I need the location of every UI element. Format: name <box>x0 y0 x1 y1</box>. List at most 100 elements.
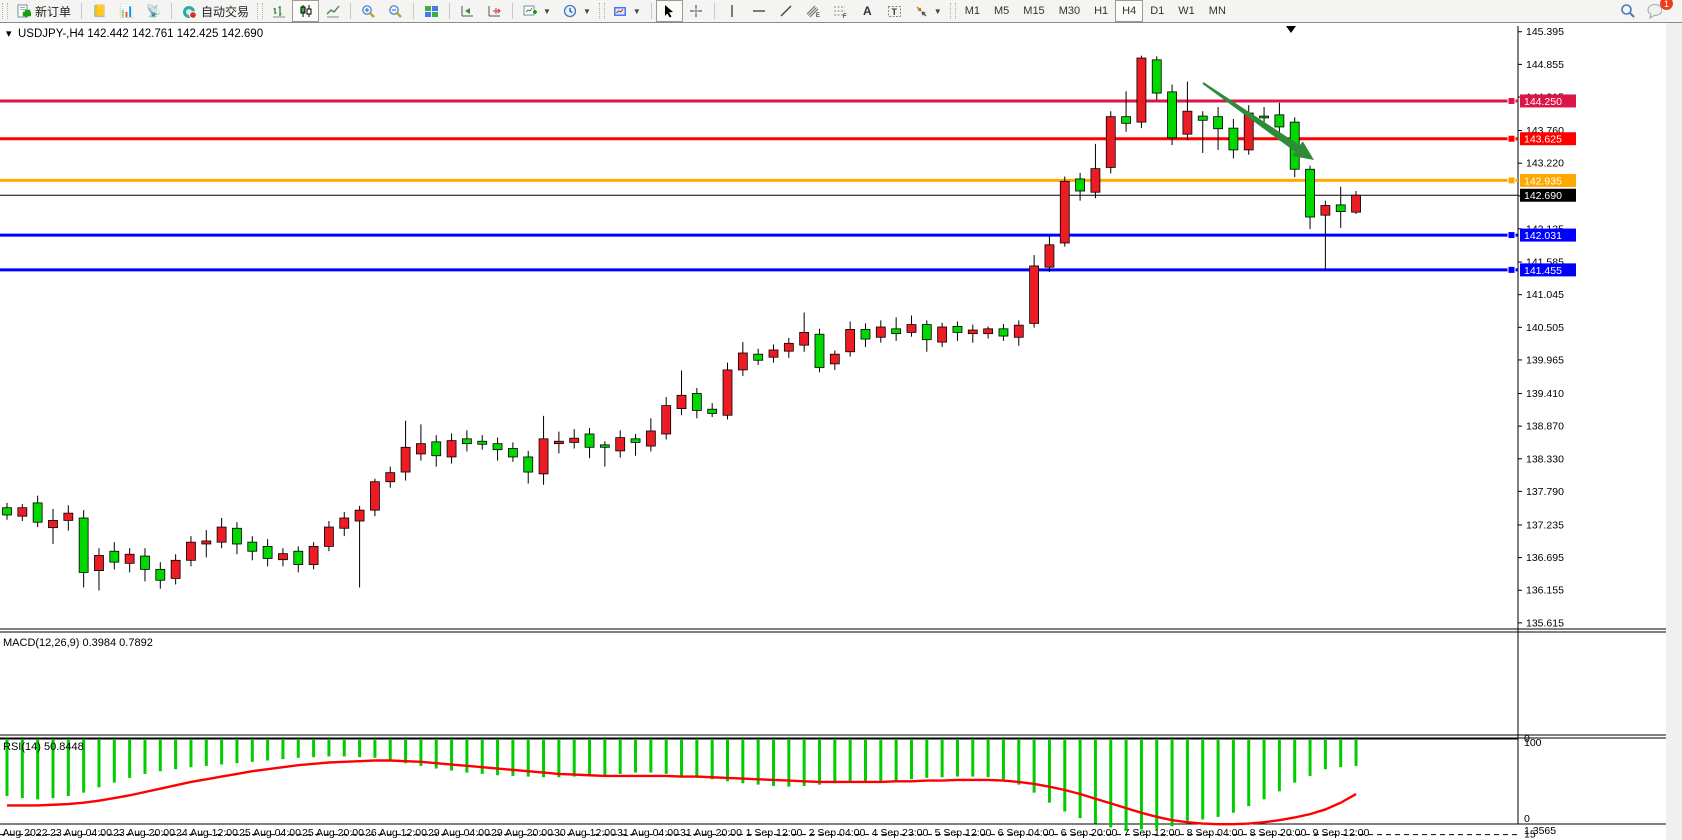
chart-shift-button[interactable] <box>481 0 508 22</box>
candlestick-button[interactable] <box>292 0 319 22</box>
line-handle[interactable] <box>1508 135 1515 142</box>
candle-body[interactable] <box>64 513 73 520</box>
candle-body[interactable] <box>186 542 195 560</box>
candle-body[interactable] <box>324 527 333 546</box>
candle-body[interactable] <box>631 439 640 443</box>
candle-body[interactable] <box>585 434 594 447</box>
candle-body[interactable] <box>447 441 456 457</box>
candle-body[interactable] <box>294 551 303 564</box>
chart-area[interactable]: 145.395144.855144.315143.760143.220142.6… <box>0 23 1682 840</box>
candle-body[interactable] <box>1352 195 1361 212</box>
timeframe-button-m15[interactable]: M15 <box>1016 0 1051 22</box>
candle-body[interactable] <box>1336 205 1345 212</box>
candle-body[interactable] <box>738 353 747 370</box>
timeframe-button-mn[interactable]: MN <box>1202 0 1233 22</box>
candle-body[interactable] <box>156 569 165 580</box>
candle-body[interactable] <box>1183 111 1192 134</box>
candle-body[interactable] <box>1275 115 1284 127</box>
candle-body[interactable] <box>646 431 655 446</box>
toolbar-grip[interactable] <box>599 3 605 19</box>
tile-windows-button[interactable] <box>418 0 445 22</box>
fibonacci-button[interactable]: F <box>827 0 854 22</box>
timeframe-button-d1[interactable]: D1 <box>1143 0 1171 22</box>
candle-body[interactable] <box>723 370 732 415</box>
auto-scroll-button[interactable] <box>454 0 481 22</box>
timeframe-button-h4[interactable]: H4 <box>1115 0 1143 22</box>
candle-body[interactable] <box>1137 58 1146 122</box>
candle-body[interactable] <box>217 527 226 542</box>
timeframe-button-w1[interactable]: W1 <box>1171 0 1202 22</box>
candle-body[interactable] <box>3 508 12 515</box>
profiles-button[interactable]: ▼ <box>557 0 597 22</box>
candle-body[interactable] <box>524 457 533 472</box>
timeframe-button-h1[interactable]: H1 <box>1087 0 1115 22</box>
candle-body[interactable] <box>953 326 962 332</box>
candle-body[interactable] <box>677 395 686 408</box>
candle-body[interactable] <box>922 325 931 340</box>
candle-body[interactable] <box>1168 92 1177 138</box>
candle-body[interactable] <box>1076 179 1085 191</box>
candle-body[interactable] <box>1214 117 1223 129</box>
candle-body[interactable] <box>1091 169 1100 193</box>
candle-body[interactable] <box>1321 206 1330 216</box>
search-button[interactable] <box>1614 0 1641 22</box>
crosshair-button[interactable] <box>683 0 710 22</box>
candle-body[interactable] <box>938 327 947 342</box>
trendline-button[interactable] <box>773 0 800 22</box>
new-chart-button[interactable]: ▼ <box>517 0 557 22</box>
text-button[interactable]: A <box>854 0 881 22</box>
line-handle[interactable] <box>1508 232 1515 239</box>
line-handle[interactable] <box>1508 177 1515 184</box>
auto-trading-button[interactable]: 自动交易 <box>176 0 255 22</box>
data-window-button[interactable]: 📊 <box>113 0 140 22</box>
candle-body[interactable] <box>340 518 349 528</box>
candle-body[interactable] <box>616 438 625 451</box>
candle-body[interactable] <box>140 556 149 569</box>
candle-body[interactable] <box>248 542 257 551</box>
candle-body[interactable] <box>754 354 763 360</box>
toolbar-grip[interactable] <box>2 3 8 19</box>
candle-body[interactable] <box>309 546 318 564</box>
templates-button[interactable]: ▼ <box>607 0 647 22</box>
text-label-button[interactable]: T <box>881 0 908 22</box>
candle-body[interactable] <box>1045 245 1054 267</box>
candle-body[interactable] <box>968 330 977 334</box>
zoom-in-button[interactable] <box>355 0 382 22</box>
cursor-button[interactable] <box>656 0 683 22</box>
candle-body[interactable] <box>600 445 609 447</box>
line-handle[interactable] <box>1508 97 1515 104</box>
candle-body[interactable] <box>401 447 410 472</box>
chart-triangle-icon[interactable]: ▾ <box>6 28 12 40</box>
candle-body[interactable] <box>800 332 809 345</box>
candle-body[interactable] <box>1260 116 1269 118</box>
candle-body[interactable] <box>999 329 1008 336</box>
market-watch-button[interactable]: 📒 <box>86 0 113 22</box>
candle-body[interactable] <box>370 482 379 510</box>
candle-body[interactable] <box>861 329 870 339</box>
candle-body[interactable] <box>79 518 88 572</box>
zoom-out-button[interactable] <box>382 0 409 22</box>
price-chart-svg[interactable]: 145.395144.855144.315143.760143.220142.6… <box>0 23 1682 840</box>
toolbar-grip[interactable] <box>950 3 956 19</box>
channel-button[interactable]: E <box>800 0 827 22</box>
candle-body[interactable] <box>125 554 134 563</box>
candle-body[interactable] <box>493 444 502 450</box>
candle-body[interactable] <box>1229 128 1238 150</box>
chat-button[interactable]: 1 <box>1641 0 1668 22</box>
candle-body[interactable] <box>171 560 180 578</box>
candle-body[interactable] <box>1198 116 1207 120</box>
navigator-button[interactable]: 📡 <box>140 0 167 22</box>
candle-body[interactable] <box>662 406 671 434</box>
candle-body[interactable] <box>1122 117 1131 124</box>
candle-body[interactable] <box>48 520 57 527</box>
candle-body[interactable] <box>784 343 793 351</box>
candle-body[interactable] <box>278 554 287 560</box>
arrows-button[interactable]: ▼ <box>908 0 948 22</box>
candle-body[interactable] <box>1306 169 1315 217</box>
candle-body[interactable] <box>1152 60 1161 93</box>
candle-body[interactable] <box>907 325 916 333</box>
timeframe-button-m1[interactable]: M1 <box>958 0 987 22</box>
candle-body[interactable] <box>386 473 395 482</box>
line-chart-button[interactable] <box>319 0 346 22</box>
candle-body[interactable] <box>692 393 701 410</box>
